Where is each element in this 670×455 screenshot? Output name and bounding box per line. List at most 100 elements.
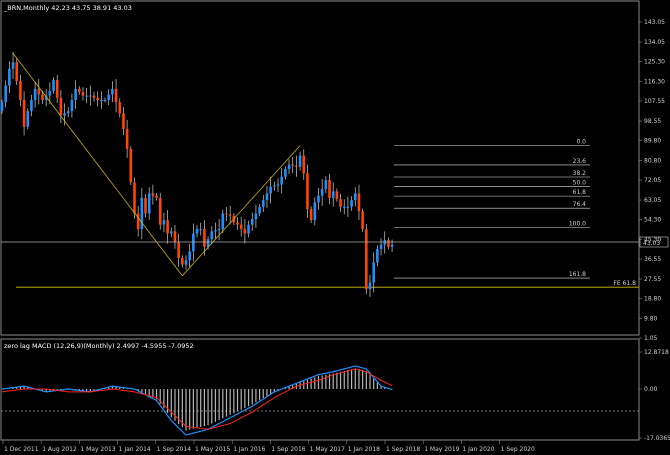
candle-body [158, 197, 162, 225]
candle-body [100, 99, 103, 101]
candle-body [92, 95, 96, 98]
candle-body [11, 62, 15, 69]
time-tick-label: 1 Jan 2020 [462, 446, 494, 453]
candle-body [162, 220, 166, 225]
time-tick-label: 1 Aug 2012 [42, 446, 77, 453]
candle-body [85, 95, 88, 97]
fib-level-label: 161.8 [569, 271, 586, 278]
time-tick-label: 1 May 2015 [195, 446, 230, 453]
candle-body [199, 229, 203, 231]
trendline-segment [12, 53, 183, 277]
candle-body [376, 249, 379, 263]
time-tick-label: 1 Jan 2016 [233, 446, 265, 453]
candle-body [55, 79, 59, 98]
price-tick-label: 116.30 [644, 79, 665, 86]
candle-body [144, 197, 147, 214]
candle-body [4, 85, 7, 103]
candle-body [8, 68, 11, 86]
candle-body [287, 164, 291, 169]
candle-body [122, 113, 125, 129]
price-tick-label: 54.30 [644, 217, 661, 224]
macd-tick-label: -17.0365 [644, 435, 670, 442]
candle-body [339, 199, 342, 207]
candle-body [261, 200, 265, 207]
candle-body [295, 165, 298, 167]
candle-body [173, 231, 177, 243]
candle-body [26, 111, 30, 127]
candle-body [70, 99, 74, 112]
candle-body [52, 79, 55, 92]
candle-body [0, 102, 4, 112]
candle-body [136, 213, 140, 230]
candle-body [107, 94, 111, 100]
price-tick-label: 125.30 [644, 59, 665, 66]
candle-body [357, 193, 361, 212]
price-tick-label: 45.30 [644, 237, 661, 244]
price-tick-label: 134.05 [644, 39, 665, 46]
candle-body [280, 176, 283, 185]
fib-level-label: 23.6 [573, 158, 587, 165]
candle-body [291, 164, 295, 166]
candle-body [81, 92, 85, 96]
price-tick-label: 63.05 [644, 197, 661, 204]
fib-level-label: 76.4 [573, 201, 587, 208]
fibonacci-retracement: 0.0 23.6 38.2 50.0 61.8 76.4 100.0 161.8 FE 61.8 [16, 139, 639, 288]
time-tick-label: 1 Dec 2011 [4, 446, 39, 453]
fib-level-label: 0.0 [576, 139, 586, 146]
candle-body [383, 240, 387, 245]
candle-body [225, 213, 228, 215]
candle-body [273, 185, 276, 187]
candle-body [103, 99, 107, 101]
fib-level-label: 50.0 [573, 180, 587, 187]
price-axis: 143.05 134.05 125.30 116.30 107.55 98.55 89.80… [639, 19, 665, 342]
macd-tick-label: 0.00 [644, 386, 658, 393]
candle-body [77, 88, 81, 93]
candle-body [217, 229, 221, 231]
candle-body [247, 224, 250, 234]
candle-body [309, 209, 313, 221]
candle-body [169, 231, 173, 234]
candle-body [66, 111, 70, 114]
candle-body [63, 113, 66, 116]
candle-body [147, 193, 151, 214]
candle-body [30, 99, 33, 112]
price-tick-label: 27.55 [644, 276, 661, 283]
candle-body [33, 88, 37, 100]
candle-body [258, 206, 261, 214]
trendline-segment [182, 145, 301, 277]
candle-body [302, 155, 306, 174]
candle-body [74, 88, 77, 100]
time-tick-label: 1 Sep 2020 [501, 446, 535, 453]
price-tick-label: 98.55 [644, 118, 661, 125]
candle-body [342, 206, 346, 208]
candle-body [166, 220, 169, 234]
candle-body [390, 244, 394, 247]
candle-body [89, 95, 92, 97]
price-tick-label: 1.05 [644, 335, 658, 342]
candle-body [214, 230, 217, 232]
candle-body [125, 128, 129, 149]
candle-body [236, 222, 239, 225]
candle-body [41, 94, 44, 100]
candle-body [239, 224, 243, 230]
candle-body [346, 206, 350, 208]
time-tick-label: 1 Sep 2018 [386, 446, 420, 453]
price-tick-label: 36.55 [644, 256, 661, 263]
time-tick-label: 1 May 2017 [310, 446, 345, 453]
candle-body [254, 213, 258, 220]
candle-body [350, 200, 353, 207]
price-tick-label: 9.80 [644, 316, 658, 323]
candle-body [335, 191, 339, 200]
candle-body [313, 202, 317, 221]
candle-body [177, 242, 180, 258]
candle-body [387, 240, 390, 247]
candle-body [228, 214, 232, 216]
candle-body [151, 193, 155, 196]
candle-body [203, 229, 206, 247]
candle-body [184, 260, 188, 265]
candle-body [361, 211, 364, 230]
candle-body [195, 229, 199, 234]
candle-body [306, 173, 309, 210]
macd-histogram [5, 368, 393, 431]
candle-body [133, 182, 136, 214]
